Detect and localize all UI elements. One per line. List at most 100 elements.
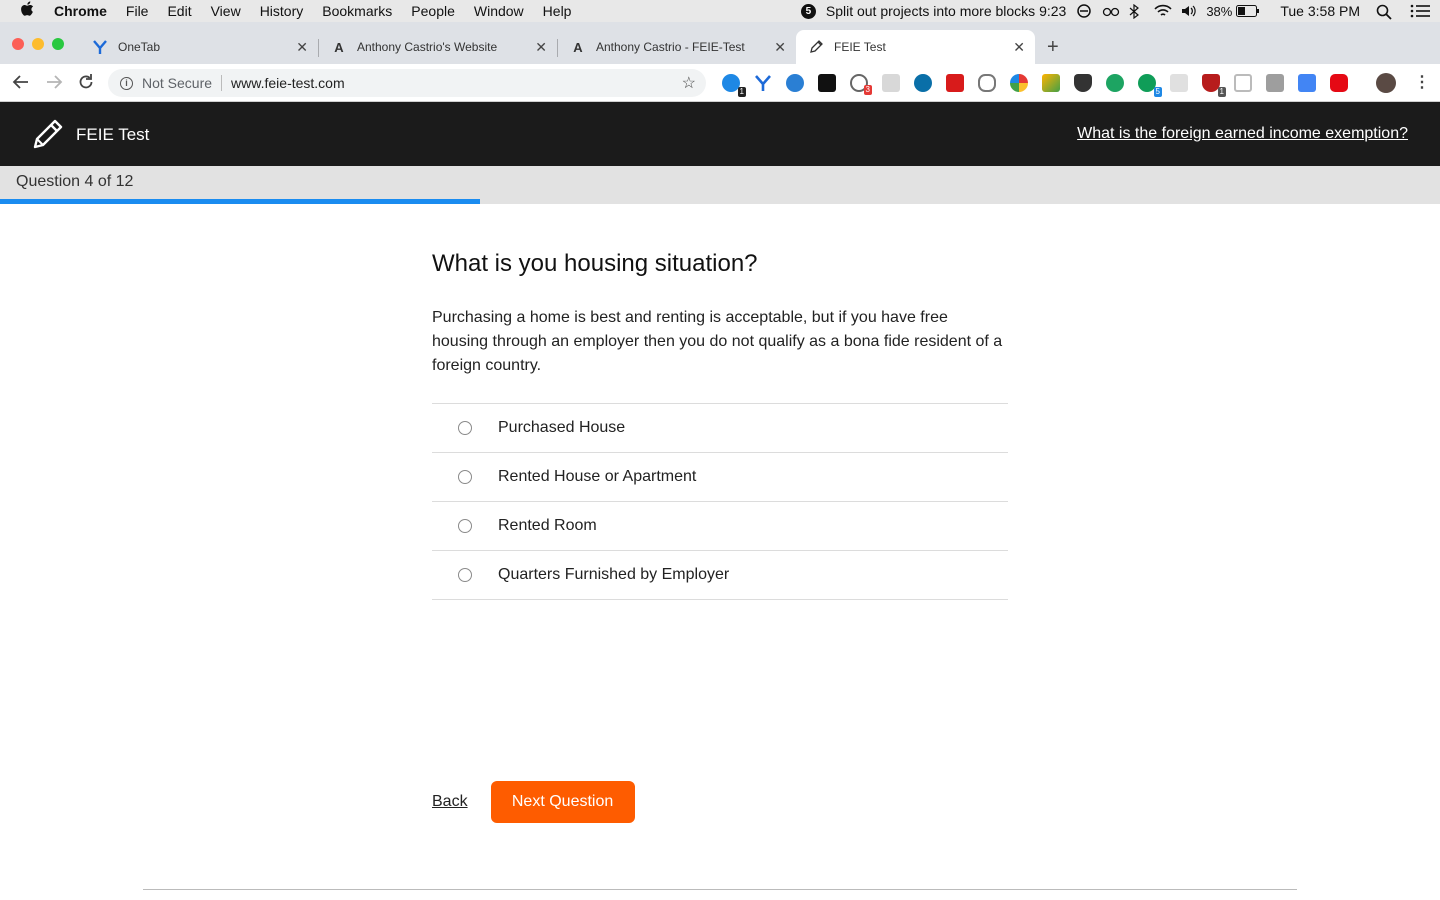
back-link[interactable]: Back — [432, 793, 468, 811]
option-employer-quarters[interactable]: Quarters Furnished by Employer — [432, 551, 1008, 600]
ublock-icon[interactable]: 1 — [1202, 74, 1226, 97]
focus-task-text[interactable]: Split out projects into more blocks 9:23 — [826, 3, 1066, 19]
volume-icon[interactable] — [1180, 4, 1197, 18]
tab-close-icon[interactable]: ✕ — [1013, 39, 1025, 56]
security-status[interactable]: Not Secure — [142, 75, 212, 91]
tab-close-icon[interactable]: ✕ — [535, 39, 547, 56]
option-label: Rented House or Apartment — [498, 468, 697, 485]
zoom-window-icon[interactable] — [52, 38, 64, 50]
progress-fill — [0, 199, 480, 204]
extension-5-icon[interactable]: 3 — [850, 74, 872, 95]
menu-window[interactable]: Window — [474, 3, 524, 19]
omnibox-divider — [221, 75, 223, 91]
extension-4-icon[interactable] — [818, 74, 836, 92]
extension-badge: 1 — [1217, 87, 1226, 97]
back-arrow-icon[interactable] — [12, 73, 30, 96]
address-bar[interactable]: i Not Secure www.feie-test.com ☆ — [108, 69, 706, 97]
menu-file[interactable]: File — [126, 3, 149, 19]
extension-7-icon[interactable] — [914, 74, 932, 92]
extension-toolbar: 1 3 5 1 — [722, 74, 1362, 97]
extension-10-icon[interactable] — [1010, 74, 1028, 92]
extension-8-icon[interactable] — [946, 74, 964, 92]
question-counter: Question 4 of 12 — [16, 173, 134, 190]
status-area: 5 Split out projects into more blocks 9:… — [800, 0, 1440, 22]
tab-onetab[interactable]: OneTab ✕ — [80, 30, 318, 64]
bluetooth-icon[interactable] — [1128, 3, 1144, 20]
focus-timer-icon[interactable]: 5 — [800, 3, 816, 19]
option-label: Rented Room — [498, 517, 597, 534]
extension-1-icon[interactable]: 1 — [722, 74, 746, 97]
letter-a-icon: A — [573, 39, 583, 55]
profile-avatar[interactable] — [1376, 73, 1396, 93]
window-controls — [12, 38, 72, 50]
question-actions: Back Next Question — [432, 781, 635, 823]
clock[interactable]: Tue 3:58 PM — [1280, 3, 1360, 19]
footer-divider — [143, 889, 1297, 890]
glasses-icon[interactable] — [1102, 4, 1120, 18]
option-label: Quarters Furnished by Employer — [498, 566, 730, 583]
bookmark-star-icon[interactable]: ☆ — [682, 73, 696, 93]
more-menu-icon[interactable]: ⋮ — [1414, 72, 1430, 92]
tab-close-icon[interactable]: ✕ — [296, 39, 308, 56]
tab-feie-test-active[interactable]: FEIE Test ✕ — [796, 30, 1035, 64]
extension-18-icon[interactable] — [1266, 74, 1284, 92]
reload-icon[interactable] — [77, 73, 95, 96]
radio-button[interactable] — [458, 568, 472, 582]
question-description: Purchasing a home is best and renting is… — [432, 309, 1003, 374]
onetab-icon — [92, 39, 108, 55]
browser-tab-strip: OneTab ✕ A Anthony Castrio's Website ✕ A… — [0, 22, 1440, 64]
url-text[interactable]: www.feie-test.com — [231, 75, 345, 91]
battery-percent[interactable]: 38% — [1206, 4, 1232, 19]
menu-history[interactable]: History — [260, 3, 304, 19]
option-purchased-house[interactable]: Purchased House — [432, 404, 1008, 453]
do-not-disturb-icon[interactable] — [1076, 4, 1092, 18]
notification-center-icon[interactable] — [1410, 4, 1430, 18]
extension-3-icon[interactable] — [786, 74, 804, 92]
extension-14-icon[interactable]: 5 — [1138, 74, 1162, 97]
extension-9-icon[interactable] — [978, 74, 996, 92]
apple-icon[interactable] — [20, 1, 36, 21]
extension-13-icon[interactable] — [1106, 74, 1124, 92]
tab-title: Anthony Castrio - FEIE-Test — [596, 40, 745, 54]
menu-app-name[interactable]: Chrome — [54, 3, 107, 19]
spotlight-search-icon[interactable] — [1376, 4, 1392, 20]
close-window-icon[interactable] — [12, 38, 24, 50]
extension-6-icon[interactable] — [882, 74, 900, 92]
menu-view[interactable]: View — [211, 3, 241, 19]
tab-feie-test-repo[interactable]: A Anthony Castrio - FEIE-Test ✕ — [558, 30, 796, 64]
extension-11-icon[interactable] — [1042, 74, 1060, 92]
question-title: What is you housing situation? — [432, 250, 758, 277]
pencil-logo-icon[interactable] — [32, 116, 64, 155]
browser-toolbar: i Not Secure www.feie-test.com ☆ 1 3 5 1… — [0, 64, 1440, 102]
extension-15-icon[interactable] — [1170, 74, 1188, 92]
wifi-icon[interactable] — [1154, 4, 1172, 18]
site-info-icon[interactable]: i — [120, 76, 133, 90]
menu-edit[interactable]: Edit — [167, 3, 191, 19]
question-progress: Question 4 of 12 — [0, 166, 1440, 204]
pocket-icon[interactable] — [1074, 74, 1092, 92]
battery-icon[interactable] — [1236, 4, 1260, 18]
menu-help[interactable]: Help — [543, 3, 572, 19]
extension-2-icon[interactable] — [754, 74, 772, 92]
site-title[interactable]: FEIE Test — [76, 125, 149, 145]
option-rented-room[interactable]: Rented Room — [432, 502, 1008, 551]
minimize-window-icon[interactable] — [32, 38, 44, 50]
menu-people[interactable]: People — [411, 3, 455, 19]
tab-anthony-website[interactable]: A Anthony Castrio's Website ✕ — [319, 30, 557, 64]
next-question-button[interactable]: Next Question — [490, 781, 635, 823]
radio-button[interactable] — [458, 519, 472, 533]
extension-17-icon[interactable] — [1234, 74, 1252, 92]
google-translate-icon[interactable] — [1298, 74, 1316, 92]
tab-close-icon[interactable]: ✕ — [774, 39, 786, 56]
extension-badge: 5 — [1153, 87, 1162, 97]
feie-info-link[interactable]: What is the foreign earned income exempt… — [1077, 125, 1408, 143]
menu-bookmarks[interactable]: Bookmarks — [322, 3, 392, 19]
option-rented-house[interactable]: Rented House or Apartment — [432, 453, 1008, 502]
macos-menu-bar: Chrome File Edit View History Bookmarks … — [0, 0, 1440, 22]
extension-20-icon[interactable] — [1330, 74, 1348, 92]
answer-options: Purchased House Rented House or Apartmen… — [432, 403, 1008, 600]
new-tab-plus-icon[interactable]: + — [1047, 36, 1059, 59]
radio-button[interactable] — [458, 470, 472, 484]
forward-arrow-icon[interactable] — [45, 73, 63, 96]
radio-button[interactable] — [458, 421, 472, 435]
